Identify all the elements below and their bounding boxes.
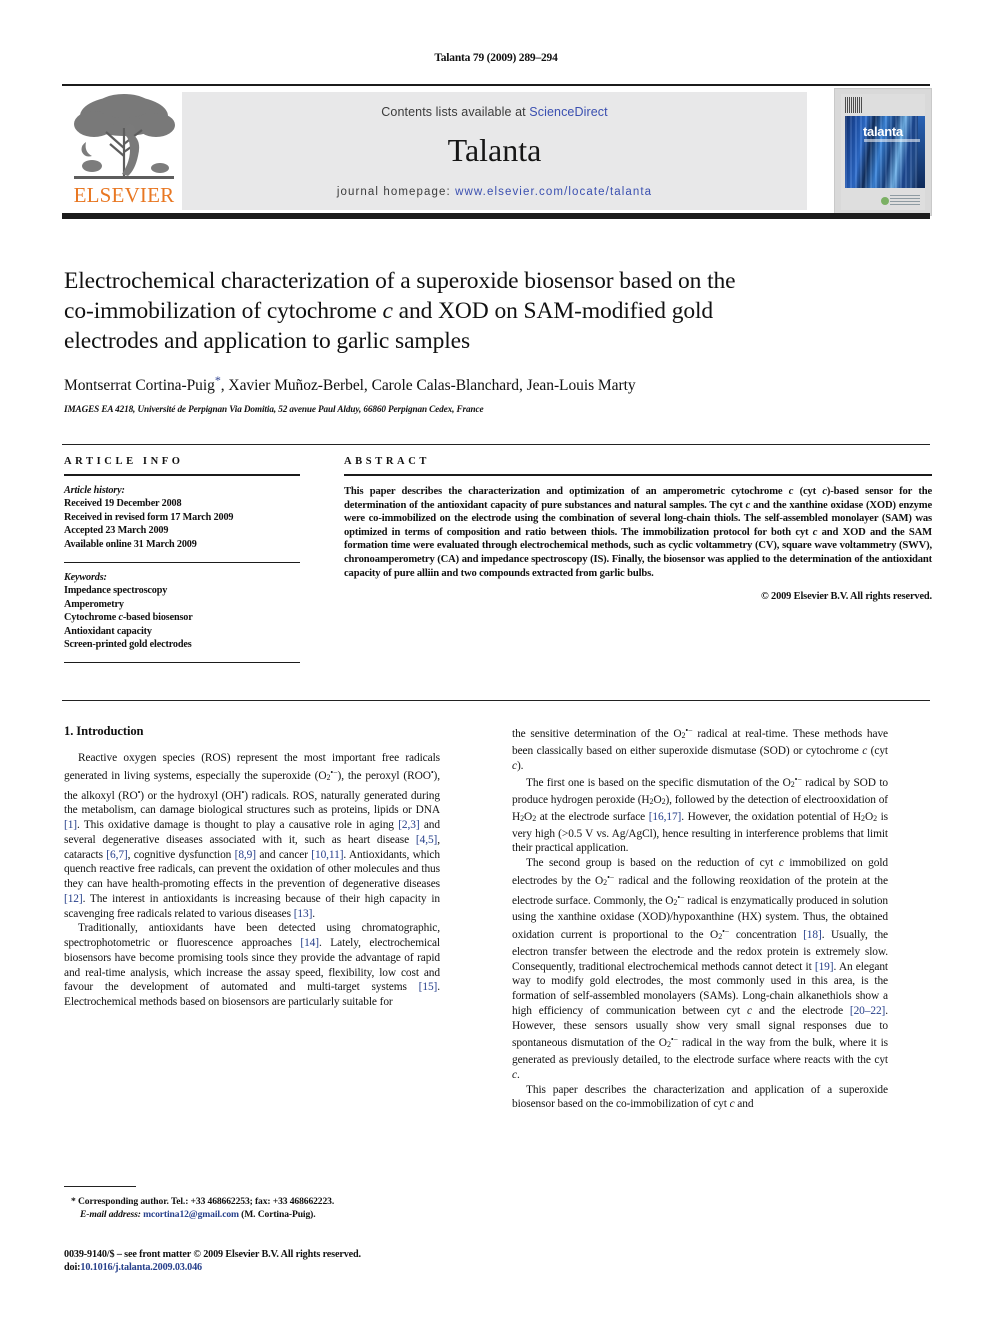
keyword-item: Antioxidant capacity (64, 625, 152, 637)
email-link[interactable]: mcortina12@gmail.com (143, 1209, 239, 1220)
paragraph-left-2: Traditionally, antioxidants have been de… (64, 922, 440, 1008)
abstract-band-top-rule (62, 444, 930, 445)
article-info-rule (64, 474, 300, 476)
history-item: Received 19 December 2008 (64, 498, 182, 510)
copyright-line: © 2009 Elsevier B.V. All rights reserved… (760, 591, 932, 603)
abstract-rule (344, 474, 932, 476)
masthead-rule-bottom (62, 213, 930, 219)
article-history-group: Article history: Received 19 December 20… (64, 484, 300, 551)
cover-spine (918, 116, 925, 188)
title-line-1: Electrochemical characterization of a su… (64, 268, 736, 294)
title-italic-c: c (382, 298, 393, 324)
paragraph-right-4: This paper describes the characterizatio… (512, 1083, 888, 1111)
keywords-bottom-rule (64, 662, 300, 664)
email-owner: (M. Cortina-Puig). (241, 1208, 316, 1220)
title-line-2a: co-immobilization of cytochrome (64, 298, 383, 324)
footnote-block: * Corresponding author. Tel.: +33 468662… (64, 1196, 444, 1221)
body-column-right: the sensitive determination of the O2•− … (512, 724, 888, 1112)
cover-logo-dot (881, 197, 889, 205)
keywords-top-rule (64, 562, 300, 564)
abstract-band-bottom-rule (62, 700, 930, 701)
doi-link[interactable]: 10.1016/j.talanta.2009.03.046 (80, 1262, 202, 1273)
homepage-prefix: journal homepage: (336, 186, 456, 198)
paper-page: Talanta 79 (2009) 289–294 ELSEVIER Conte… (0, 0, 992, 1323)
elsevier-logo: ELSEVIER (66, 92, 182, 210)
journal-wordmark: Talanta (447, 132, 542, 168)
paragraph-left-1: Reactive oxygen species (ROS) represent … (64, 752, 440, 920)
abstract-text: This paper describes the characterizatio… (344, 486, 933, 579)
article-info-column: ARTICLE INFO Article history: Received 1… (64, 456, 300, 664)
article-history-label: Article history: (64, 485, 125, 496)
imprint-block: 0039-9140/$ – see front matter © 2009 El… (64, 1248, 484, 1275)
barcode-icon (845, 97, 863, 113)
elsevier-wordmark: ELSEVIER (73, 183, 175, 207)
cover-inner: talanta (841, 94, 925, 210)
abstract-column: ABSTRACT This paper describes the charac… (344, 456, 932, 602)
contents-prefix: Contents lists available at (381, 105, 530, 119)
history-item: Available online 31 March 2009 (64, 538, 197, 550)
sciencedirect-link[interactable]: ScienceDirect (529, 105, 607, 119)
paragraph-right-3: The second group is based on the reducti… (512, 857, 888, 1081)
body-column-left: 1. Introduction Reactive oxygen species … (64, 724, 440, 1010)
corresponding-author-note: * Corresponding author. Tel.: +33 468662… (71, 1196, 335, 1207)
journal-homepage-link[interactable]: www.elsevier.com/locate/talanta (455, 186, 652, 198)
keyword-item: Cytochrome c-based biosensor (64, 612, 193, 624)
email-label: E-mail address: (80, 1208, 141, 1220)
doi-label: doi: (64, 1262, 81, 1274)
keyword-item: Amperometry (64, 598, 124, 610)
cover-subtitle-bar (864, 139, 920, 142)
history-item: Received in revised form 17 March 2009 (64, 511, 234, 523)
journal-homepage-line: journal homepage: www.elsevier.com/locat… (182, 186, 807, 198)
section-title-introduction: 1. Introduction (64, 724, 144, 738)
footnote-rule (64, 1186, 136, 1187)
keyword-item: Screen-printed gold electrodes (64, 639, 192, 651)
page-title: Electrochemical characterization of a su… (64, 266, 932, 356)
cover-footer-lines (890, 194, 920, 205)
masthead-rule-top (62, 84, 930, 86)
journal-masthead: ELSEVIER Contents lists available at Sci… (62, 84, 932, 219)
keywords-label: Keywords: (64, 572, 107, 584)
author-list: Montserrat Cortina-Puig*, Xavier Muñoz-B… (64, 373, 636, 395)
paragraph-right-2: The first one is based on the specific d… (512, 775, 888, 855)
keyword-item: Impedance spectroscopy (64, 585, 168, 597)
email-note: E-mail address: mcortina12@gmail.com (M.… (64, 1209, 444, 1222)
cover-title: talanta (863, 124, 903, 139)
title-block: Electrochemical characterization of a su… (64, 266, 932, 414)
masthead-banner: Contents lists available at ScienceDirec… (182, 92, 807, 210)
paragraph-right-1: the sensitive determination of the O2•− … (512, 726, 888, 772)
affiliation: IMAGES EA 4218, Université de Perpignan … (64, 404, 484, 415)
title-line-2b: and XOD on SAM-modified gold (392, 298, 714, 324)
running-head: Talanta 79 (2009) 289–294 (434, 52, 558, 64)
title-line-3: electrodes and application to garlic sam… (64, 328, 471, 354)
elsevier-tree-icon (74, 94, 175, 179)
contents-available-line: Contents lists available at ScienceDirec… (182, 105, 807, 119)
keywords-group: Keywords: Impedance spectroscopy Amperom… (64, 571, 300, 651)
journal-cover-thumbnail: talanta (834, 88, 932, 216)
abstract-heading: ABSTRACT (344, 456, 430, 467)
issn-frontmatter: 0039-9140/$ – see front matter © 2009 El… (64, 1249, 361, 1260)
history-item: Accepted 23 March 2009 (64, 525, 169, 537)
article-info-heading: ARTICLE INFO (64, 456, 184, 467)
